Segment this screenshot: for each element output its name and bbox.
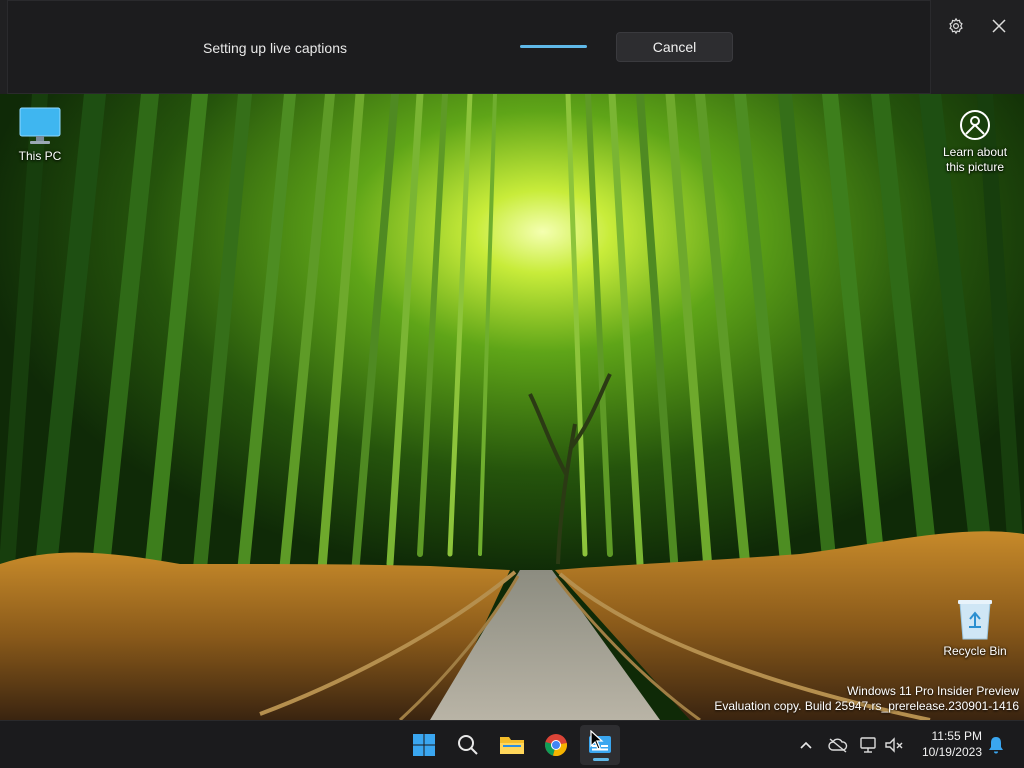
active-app-indicator — [593, 758, 609, 761]
clock-date: 10/19/2023 — [921, 745, 982, 759]
evaluation-watermark: Windows 11 Pro Insider Preview Evaluatio… — [714, 684, 1019, 714]
monitor-icon — [19, 107, 61, 144]
show-hidden-icons-button[interactable] — [795, 734, 817, 756]
chevron-up-icon — [800, 741, 812, 749]
start-button[interactable] — [404, 725, 444, 765]
cancel-button[interactable]: Cancel — [616, 32, 733, 62]
file-explorer-button[interactable] — [492, 725, 532, 765]
file-explorer-icon — [500, 737, 524, 754]
settings-button[interactable] — [942, 12, 970, 40]
search-icon — [458, 735, 478, 755]
recycle-bin-icon — [958, 600, 992, 640]
chrome-button[interactable] — [536, 725, 576, 765]
captions-panel — [7, 0, 931, 94]
watermark-line-1: Windows 11 Pro Insider Preview — [847, 684, 1019, 698]
chrome-icon — [545, 734, 567, 757]
network-tray-button[interactable] — [858, 734, 880, 756]
volume-muted-icon — [885, 737, 903, 753]
close-button[interactable] — [985, 12, 1013, 40]
desktop[interactable]: This PC Learn about this picture Recycle… — [0, 94, 1024, 720]
clock-time: 11:55 PM — [931, 729, 982, 743]
desktop-icon-label: Learn about — [942, 145, 1008, 159]
notification-bell-icon — [989, 737, 1003, 754]
close-icon — [992, 19, 1006, 33]
start-icon — [413, 734, 435, 756]
notification-center-button[interactable] — [985, 734, 1007, 756]
mouse-cursor-icon — [590, 730, 604, 750]
desktop-icon-recycle-bin[interactable]: Recycle Bin — [935, 597, 1015, 659]
taskbar: 11:55 PM 10/19/2023 — [0, 720, 1024, 768]
cloud-offline-icon — [828, 738, 848, 753]
captions-status-text: Setting up live captions — [203, 40, 347, 56]
network-icon — [860, 737, 876, 753]
desktop-icon-label: Recycle Bin — [943, 644, 1007, 658]
captions-progress-bar — [520, 45, 587, 48]
desktop-icon-label-line2: this picture — [945, 160, 1005, 174]
desktop-icon-learn-about-picture[interactable]: Learn about this picture — [935, 108, 1015, 175]
live-captions-window: Setting up live captions Cancel — [0, 0, 1024, 94]
onedrive-tray-button[interactable] — [827, 734, 849, 756]
watermark-line-2: Evaluation copy. Build 25947.rs_prerelea… — [714, 699, 1019, 713]
desktop-icon-this-pc[interactable]: This PC — [0, 106, 80, 164]
taskbar-clock[interactable]: 11:55 PM 10/19/2023 — [912, 728, 982, 760]
spotlight-camera-icon — [960, 110, 990, 140]
gear-icon — [949, 17, 963, 35]
desktop-icon-label: This PC — [18, 149, 62, 163]
bamboo-forest-wallpaper — [0, 94, 1024, 720]
search-button[interactable] — [448, 725, 488, 765]
volume-tray-button[interactable] — [883, 734, 905, 756]
